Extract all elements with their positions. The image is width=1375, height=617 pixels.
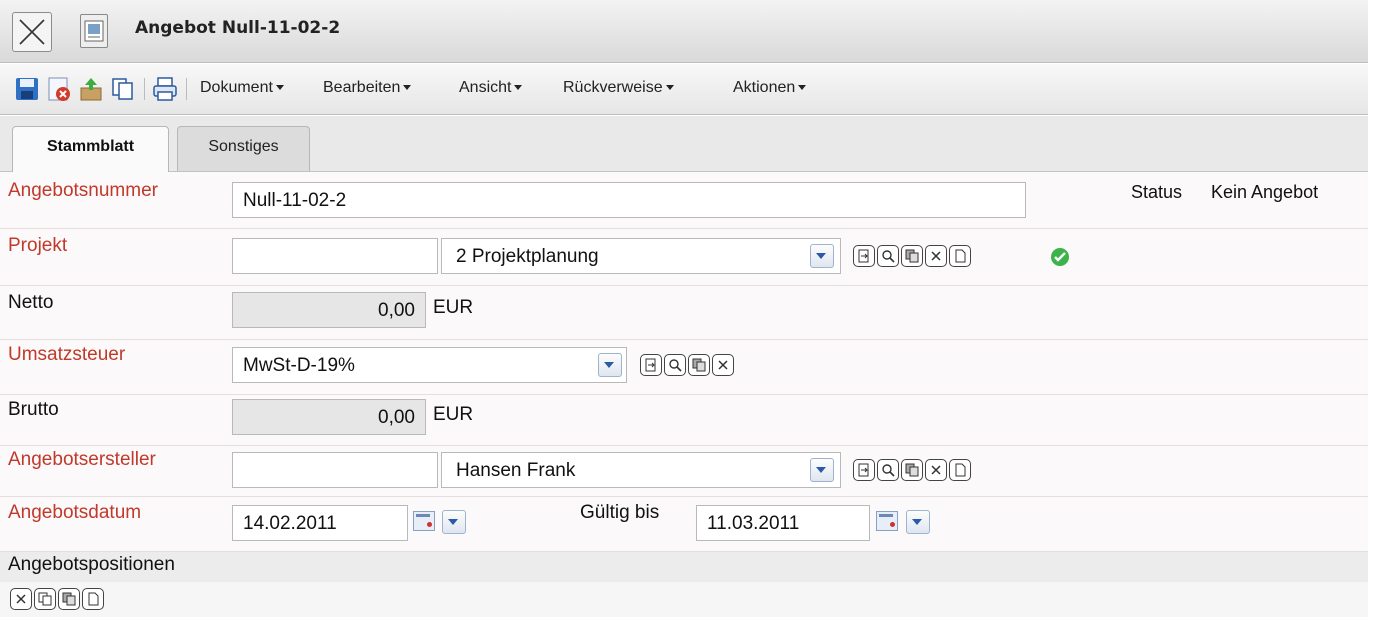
netto-unit: EUR [433, 297, 474, 318]
new-document-icon[interactable] [949, 459, 971, 481]
brutto-unit: EUR [433, 404, 474, 425]
copy-position-icon[interactable] [34, 588, 56, 610]
positions-title: Angebotspositionen [8, 554, 175, 575]
title-bar: Angebot Null-11-02-2 [0, 0, 1368, 63]
angebotsnummer-input[interactable]: Null-11-02-2 [232, 182, 1026, 218]
copy-icon[interactable] [110, 76, 136, 102]
clear-icon[interactable] [712, 354, 734, 376]
search-icon[interactable] [877, 459, 899, 481]
delete-position-icon[interactable] [10, 588, 32, 610]
projekt-dropdown-button[interactable] [810, 244, 834, 268]
search-icon[interactable] [664, 354, 686, 376]
gueltig-bis-input[interactable]: 11.03.2011 [696, 505, 870, 541]
ok-check-icon [1051, 248, 1069, 266]
label-brutto: Brutto [8, 399, 59, 420]
label-netto: Netto [8, 292, 54, 313]
row-brutto: Brutto 0,00 EUR [0, 395, 1368, 446]
window-title: Angebot Null-11-02-2 [135, 18, 341, 38]
search-icon[interactable] [877, 245, 899, 267]
toolbar-separator [144, 78, 145, 100]
row-umsatzsteuer: Umsatzsteuer MwSt-D-19% [0, 340, 1368, 395]
clear-icon[interactable] [925, 459, 947, 481]
open-icon[interactable] [640, 354, 662, 376]
calendar-icon[interactable] [413, 511, 435, 531]
angebotsersteller-dropdown-button[interactable] [810, 458, 834, 482]
status-label: Status [1131, 182, 1183, 202]
angebotsdatum-input[interactable]: 14.02.2011 [232, 505, 408, 541]
document-icon [80, 14, 108, 48]
label-umsatzsteuer: Umsatzsteuer [8, 344, 126, 365]
status-value: Kein Angebot [1211, 182, 1319, 202]
import-icon[interactable] [78, 76, 104, 102]
label-angebotsnummer: Angebotsnummer [8, 180, 158, 201]
print-icon[interactable] [152, 76, 178, 102]
label-gueltig-bis: Gültig bis [580, 502, 660, 523]
close-icon [19, 19, 45, 45]
copy-icon[interactable] [901, 459, 923, 481]
projekt-select[interactable]: 2 Projektplanung [441, 238, 841, 274]
tab-bar: Stammblatt Sonstiges [0, 116, 1368, 172]
delete-document-icon[interactable] [46, 76, 72, 102]
netto-field: 0,00 [232, 292, 426, 328]
paste-position-icon[interactable] [58, 588, 80, 610]
tab-sonstiges[interactable]: Sonstiges [177, 126, 310, 171]
row-netto: Netto 0,00 EUR [0, 286, 1368, 340]
menu-dokument[interactable]: Dokument [200, 79, 284, 97]
menu-ansicht[interactable]: Ansicht [459, 79, 523, 97]
new-document-icon[interactable] [949, 245, 971, 267]
menu-aktionen[interactable]: Aktionen [733, 79, 807, 97]
label-angebotsersteller: Angebotsersteller [8, 449, 156, 470]
close-button[interactable] [12, 12, 52, 52]
menu-rueckverweise[interactable]: Rückverweise [563, 79, 674, 97]
new-position-icon[interactable] [82, 588, 104, 610]
projekt-code-input[interactable] [232, 238, 438, 274]
row-angebotsdatum: Angebotsdatum 14.02.2011 Gültig bis 11.0… [0, 497, 1368, 552]
angebotsersteller-select[interactable]: Hansen Frank [441, 452, 841, 488]
positions-header: Angebotspositionen [0, 552, 1368, 582]
row-angebotsersteller: Angebotsersteller Hansen Frank [0, 446, 1368, 497]
label-projekt: Projekt [8, 235, 68, 256]
brutto-field: 0,00 [232, 399, 426, 435]
row-angebotsnummer: Angebotsnummer Null-11-02-2 Status Kein … [0, 172, 1368, 229]
open-icon[interactable] [853, 459, 875, 481]
clear-icon[interactable] [925, 245, 947, 267]
calendar-icon[interactable] [876, 511, 898, 531]
toolbar-separator [186, 78, 187, 100]
save-icon[interactable] [14, 76, 40, 102]
copy-icon[interactable] [901, 245, 923, 267]
umsatzsteuer-dropdown-button[interactable] [598, 353, 622, 377]
angebotsdatum-dropdown-button[interactable] [442, 510, 466, 534]
copy-icon[interactable] [688, 354, 710, 376]
angebotsersteller-code-input[interactable] [232, 452, 438, 488]
menu-bearbeiten[interactable]: Bearbeiten [323, 79, 412, 97]
open-icon[interactable] [853, 245, 875, 267]
row-projekt: Projekt 2 Projektplanung [0, 229, 1368, 286]
label-angebotsdatum: Angebotsdatum [8, 502, 142, 523]
umsatzsteuer-select[interactable]: MwSt-D-19% [232, 347, 627, 383]
gueltig-bis-dropdown-button[interactable] [906, 510, 930, 534]
positions-toolbar [0, 582, 1368, 617]
tab-stammblatt[interactable]: Stammblatt [12, 126, 169, 172]
toolbar: Dokument Bearbeiten Ansicht Rückverweise… [0, 64, 1368, 115]
